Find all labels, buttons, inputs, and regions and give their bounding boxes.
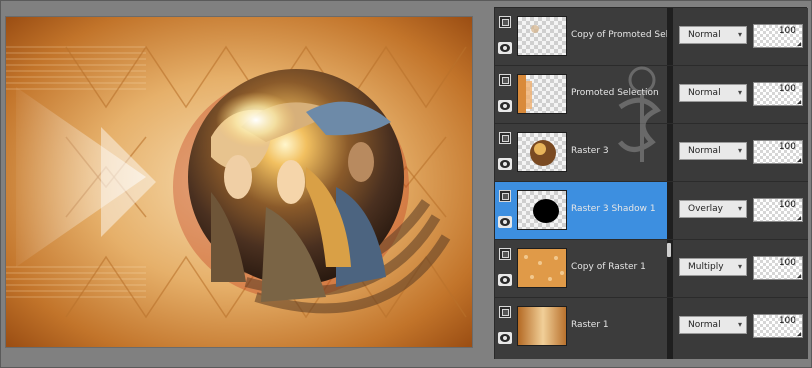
blend-mode-label: Overlay <box>688 204 723 214</box>
eye-icon[interactable] <box>498 158 512 170</box>
resize-corner-icon <box>797 100 801 104</box>
resize-corner-icon <box>797 158 801 162</box>
resize-corner-icon <box>797 332 801 336</box>
layer-thumbnail <box>517 16 567 56</box>
chevron-down-icon: ▾ <box>737 204 742 213</box>
blend-mode-dropdown[interactable]: Normal ▾ <box>679 84 747 102</box>
chevron-down-icon: ▾ <box>737 262 742 271</box>
layer-thumbnail <box>517 132 567 172</box>
image-canvas[interactable] <box>6 17 472 347</box>
blend-mode-label: Normal <box>688 30 721 40</box>
chevron-down-icon: ▾ <box>737 30 742 39</box>
layer-properties: Normal ▾ 100 <box>673 124 808 181</box>
layer-row[interactable]: Copy of Raster 1 Multiply ▾ 100 <box>495 240 808 298</box>
layer-link-icon[interactable] <box>499 16 511 28</box>
opacity-field[interactable]: 100 <box>753 24 803 48</box>
resize-corner-icon <box>797 216 801 220</box>
layer-link-icon[interactable] <box>499 74 511 86</box>
layer-properties: Normal ▾ 100 <box>673 66 808 123</box>
layer-link-icon[interactable] <box>499 306 511 318</box>
layer-name: Raster 3 Shadow 1 <box>571 204 656 214</box>
layer-name: Copy of Promoted Selection <box>571 30 667 40</box>
layer-row[interactable]: Copy of Promoted Selection Normal ▾ 100 <box>495 8 808 66</box>
layer-link-icon[interactable] <box>499 190 511 202</box>
layer-link-icon[interactable] <box>499 248 511 260</box>
resize-corner-icon <box>797 42 801 46</box>
opacity-field[interactable]: 100 <box>753 314 803 338</box>
layer-row-selected[interactable]: Raster 3 Shadow 1 Overlay ▾ 100 <box>495 182 808 240</box>
layer-thumbnail <box>517 190 567 230</box>
layer-properties: Multiply ▾ 100 <box>673 240 808 297</box>
layer-name: Raster 1 <box>571 320 609 330</box>
opacity-value: 100 <box>778 142 796 152</box>
blend-mode-label: Normal <box>688 88 721 98</box>
eye-icon[interactable] <box>498 274 512 286</box>
opacity-value: 100 <box>778 316 796 326</box>
eye-icon[interactable] <box>498 42 512 54</box>
layer-name-area[interactable]: Copy of Raster 1 <box>495 240 667 297</box>
layer-link-icon[interactable] <box>499 132 511 144</box>
blend-mode-label: Multiply <box>688 262 724 272</box>
blend-mode-dropdown[interactable]: Overlay ▾ <box>679 200 747 218</box>
artwork-illustration <box>6 17 472 347</box>
layer-name-area[interactable]: Raster 1 <box>495 298 667 359</box>
panel-splitter-handle[interactable] <box>667 243 671 257</box>
chevron-down-icon: ▾ <box>737 146 742 155</box>
eye-icon[interactable] <box>498 100 512 112</box>
layer-row[interactable]: Raster 1 Normal ▾ 100 <box>495 298 808 359</box>
chevron-down-icon: ▾ <box>737 320 742 329</box>
layer-properties: Overlay ▾ 100 <box>673 182 808 239</box>
layer-name-area[interactable]: Copy of Promoted Selection <box>495 8 667 65</box>
opacity-value: 100 <box>778 200 796 210</box>
opacity-field[interactable]: 100 <box>753 140 803 164</box>
eye-icon[interactable] <box>498 332 512 344</box>
opacity-field[interactable]: 100 <box>753 256 803 280</box>
layer-properties: Normal ▾ 100 <box>673 8 808 65</box>
layer-thumbnail <box>517 306 567 346</box>
blend-mode-label: Normal <box>688 146 721 156</box>
opacity-field[interactable]: 100 <box>753 82 803 106</box>
layers-panel: Copy of Promoted Selection Normal ▾ 100 … <box>494 7 808 359</box>
layer-name: Copy of Raster 1 <box>571 262 646 272</box>
eye-icon[interactable] <box>498 216 512 228</box>
blend-mode-dropdown[interactable]: Multiply ▾ <box>679 258 747 276</box>
chevron-down-icon: ▾ <box>737 88 742 97</box>
resize-corner-icon <box>797 274 801 278</box>
blend-mode-label: Normal <box>688 320 721 330</box>
blend-mode-dropdown[interactable]: Normal ▾ <box>679 142 747 160</box>
opacity-field[interactable]: 100 <box>753 198 803 222</box>
layer-thumbnail <box>517 248 567 288</box>
blend-mode-dropdown[interactable]: Normal ▾ <box>679 316 747 334</box>
opacity-value: 100 <box>778 26 796 36</box>
layer-name-area[interactable]: Raster 3 Shadow 1 <box>495 182 667 239</box>
blend-mode-dropdown[interactable]: Normal ▾ <box>679 26 747 44</box>
layer-thumbnail <box>517 74 567 114</box>
layer-properties: Normal ▾ 100 <box>673 298 808 359</box>
opacity-value: 100 <box>778 84 796 94</box>
opacity-value: 100 <box>778 258 796 268</box>
watermark-logo <box>618 66 661 162</box>
